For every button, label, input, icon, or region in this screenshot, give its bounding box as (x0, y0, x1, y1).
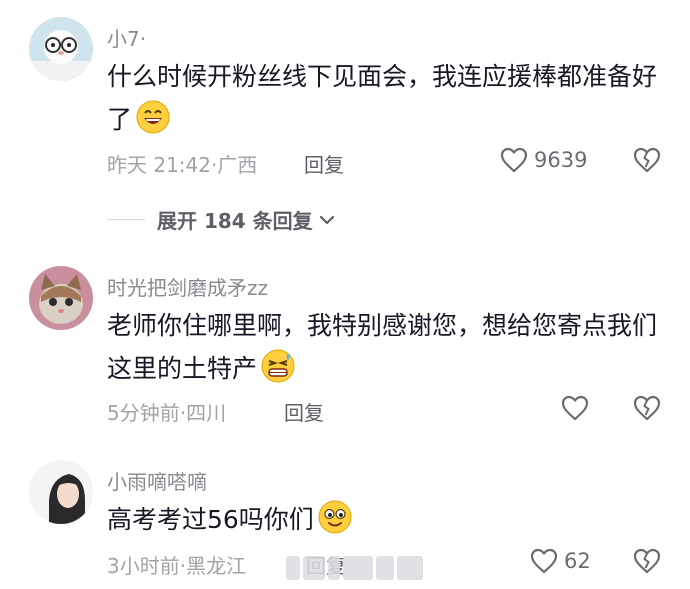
like-button[interactable] (561, 395, 589, 421)
comment-text: 老师你住哪里啊，我特别感谢您，想给您寄点我们这里的土特产 (107, 304, 667, 390)
comment-text: 什么时候开粉丝线下见面会，我连应援棒都准备好了 (107, 55, 667, 141)
expand-replies-button[interactable]: 展开 184 条回复 (107, 205, 337, 234)
dislike-button[interactable] (633, 395, 661, 425)
heart-icon (561, 395, 589, 421)
grimacing-sweat-emoji (261, 349, 295, 383)
avatar[interactable] (29, 460, 93, 524)
like-button[interactable]: 9639 (500, 147, 587, 173)
watermark (286, 556, 423, 580)
broken-heart-icon (633, 395, 661, 421)
grinning-face-emoji (136, 100, 170, 134)
dislike-button[interactable] (633, 548, 661, 578)
reply-button[interactable]: 回复 (284, 397, 324, 426)
username[interactable]: 时光把剑磨成矛zz (107, 272, 268, 301)
comment-text-content: 高考考过56吗你们 (107, 505, 314, 534)
like-button[interactable]: 62 (530, 548, 591, 574)
comment-meta: 3小时前·黑龙江 (107, 550, 246, 579)
username[interactable]: 小7· (107, 23, 146, 52)
expand-divider (107, 219, 145, 220)
avatar[interactable] (29, 266, 93, 330)
comment-text-content: 老师你住哪里啊，我特别感谢您，想给您寄点我们这里的土特产 (107, 311, 658, 383)
like-count: 62 (564, 549, 591, 573)
like-count: 9639 (534, 148, 588, 172)
comment-meta: 5分钟前·四川 (107, 397, 226, 426)
username[interactable]: 小雨嘀嗒嘀 (107, 466, 207, 495)
comment-location: 黑龙江 (186, 554, 247, 578)
comment-meta: 昨天 21:42·广西 (107, 149, 257, 178)
comment-text-content: 什么时候开粉丝线下见面会，我连应援棒都准备好了 (107, 62, 658, 134)
comment-time: 昨天 21:42 (107, 153, 211, 177)
comment-location: 四川 (186, 401, 227, 425)
broken-heart-icon (633, 147, 661, 173)
heart-icon (530, 548, 558, 574)
expand-replies-label: 展开 184 条回复 (157, 209, 313, 233)
comment-text: 高考考过56吗你们 (107, 498, 667, 541)
dislike-button[interactable] (633, 147, 661, 177)
reply-button[interactable]: 回复 (304, 149, 344, 178)
comment-time: 3小时前 (107, 554, 180, 578)
avatar-image (29, 266, 93, 330)
avatar-image (29, 460, 93, 524)
broken-heart-icon (633, 548, 661, 574)
comment-time: 5分钟前 (107, 401, 180, 425)
smiling-face-emoji (318, 500, 352, 534)
chevron-down-icon (319, 215, 334, 224)
avatar-image (29, 17, 93, 81)
comment-location: 广西 (217, 153, 258, 177)
heart-icon (500, 147, 528, 173)
avatar[interactable] (29, 17, 93, 81)
